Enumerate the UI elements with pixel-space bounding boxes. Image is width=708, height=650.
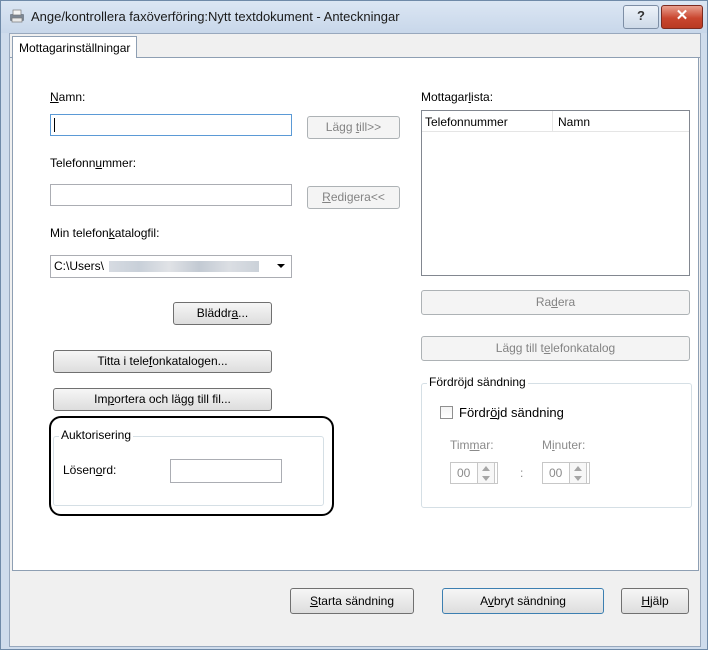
password-label: Lösenord: — [63, 463, 117, 477]
chevron-down-icon[interactable] — [276, 263, 286, 270]
spin-up-icon[interactable] — [574, 466, 582, 471]
hours-value: 00 — [457, 466, 471, 480]
hours-label: Timmar: — [450, 438, 494, 452]
dialog-window: Ange/kontrollera faxöverföring:Nytt text… — [0, 0, 708, 650]
spin-down-icon[interactable] — [574, 476, 582, 481]
spin-down-icon[interactable] — [482, 476, 490, 481]
minutes-spinbox[interactable]: 00 — [542, 462, 590, 484]
catalog-file-combobox[interactable]: C:\Users\ — [50, 255, 292, 278]
column-header-phone[interactable]: Telefonnummer — [425, 115, 508, 129]
time-separator: : — [520, 466, 524, 480]
cancel-sending-button[interactable]: Avbryt sändning — [442, 588, 604, 614]
close-icon: ✕ — [675, 7, 689, 24]
name-input[interactable] — [50, 114, 292, 136]
add-to-list-button[interactable]: Lägg till>> — [307, 116, 400, 139]
delayed-send-checkbox-label: Fördröjd sändning — [459, 405, 564, 420]
edit-button[interactable]: Redigera<< — [307, 186, 400, 209]
hours-spin-buttons[interactable] — [477, 462, 495, 484]
window-title: Ange/kontrollera faxöverföring:Nytt text… — [31, 9, 400, 24]
browse-button[interactable]: Bläddra... — [173, 302, 272, 325]
authorization-group-title: Auktorisering — [59, 428, 134, 442]
phone-input[interactable] — [50, 184, 292, 206]
import-add-file-button[interactable]: Importera och lägg till fil... — [53, 388, 272, 411]
minutes-label: Minuter: — [542, 438, 586, 452]
phone-label: Telefonnummer: — [50, 156, 137, 170]
question-icon: ? — [637, 8, 645, 23]
close-button[interactable]: ✕ — [661, 5, 703, 29]
fax-printer-icon — [10, 9, 24, 23]
column-divider[interactable] — [552, 111, 553, 131]
catalog-file-label: Min telefonkatalogfil: — [50, 226, 160, 240]
delayed-send-group-title: Fördröjd sändning — [427, 375, 528, 389]
add-to-phonebook-button[interactable]: Lägg till telefonkatalog — [421, 336, 690, 361]
view-phonebook-button[interactable]: Titta i telefonkatalogen... — [53, 350, 272, 373]
delete-button[interactable]: Radera — [421, 290, 690, 315]
help-button[interactable]: Hjälp — [621, 588, 689, 614]
column-header-name[interactable]: Namn — [558, 115, 590, 129]
tab-panel: Namn: Lägg till>> Telefonnummer: Rediger… — [12, 58, 699, 571]
recipient-listview[interactable]: Telefonnummer Namn — [421, 110, 690, 276]
start-sending-button[interactable]: Starta sändning — [290, 588, 414, 614]
title-bar[interactable]: Ange/kontrollera faxöverföring:Nytt text… — [1, 1, 707, 33]
spin-up-icon[interactable] — [482, 466, 490, 471]
name-label: Namn: — [50, 90, 86, 104]
tab-label: Mottagarinställningar — [19, 41, 131, 55]
text-cursor — [54, 118, 55, 132]
delayed-send-checkbox[interactable] — [440, 406, 453, 419]
catalog-file-value: C:\Users\ — [54, 259, 105, 273]
recipient-list-label: Mottagarlista: — [421, 90, 494, 104]
minutes-spin-buttons[interactable] — [569, 462, 587, 484]
help-title-button[interactable]: ? — [623, 5, 659, 29]
dialog-client-area: Mottagarinställningar Namn: Lägg till>> … — [9, 33, 701, 647]
password-input[interactable] — [170, 459, 282, 483]
tab-mottagarinstallningar[interactable]: Mottagarinställningar — [12, 36, 138, 59]
minutes-value: 00 — [549, 466, 563, 480]
blurred-path — [109, 261, 259, 272]
hours-spinbox[interactable]: 00 — [450, 462, 498, 484]
